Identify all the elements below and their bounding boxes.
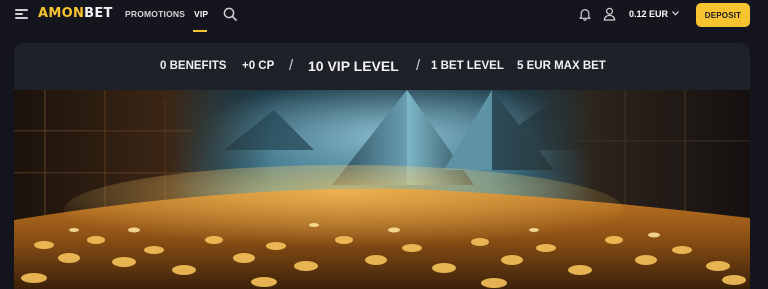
cp-count: +0 CP [242, 60, 275, 72]
nav-promotions[interactable]: PROMOTIONS [125, 9, 185, 19]
nav-vip[interactable]: VIP [194, 9, 208, 19]
logo-bet: BET [84, 6, 113, 21]
search-icon[interactable] [223, 7, 237, 21]
vip-banner-image [14, 90, 750, 289]
top-bar: AMONBET PROMOTIONS VIP 0.12 EUR DEPOSIT [0, 0, 768, 32]
bet-level: 1 BET LEVEL [431, 60, 504, 72]
active-tab-indicator [193, 30, 207, 32]
bell-icon[interactable] [578, 7, 592, 21]
vip-level: 10 VIP LEVEL [308, 58, 399, 74]
stat-separator: / [416, 57, 421, 74]
max-bet: 5 EUR MAX BET [517, 60, 606, 72]
vip-card: 0 BENEFITS +0 CP / 10 VIP LEVEL / 1 BET … [14, 43, 750, 289]
stat-separator: / [289, 57, 294, 74]
deposit-button[interactable]: DEPOSIT [696, 3, 750, 27]
logo-amon: AMON [38, 6, 85, 21]
benefits-count: 0 BENEFITS [160, 60, 227, 72]
vip-stats-bar: 0 BENEFITS +0 CP / 10 VIP LEVEL / 1 BET … [14, 43, 750, 90]
user-icon[interactable] [603, 7, 616, 21]
menu-icon[interactable] [15, 8, 28, 20]
chevron-down-icon[interactable] [672, 11, 679, 16]
logo[interactable]: AMONBET [38, 6, 113, 21]
balance-display[interactable]: 0.12 EUR [629, 9, 668, 19]
